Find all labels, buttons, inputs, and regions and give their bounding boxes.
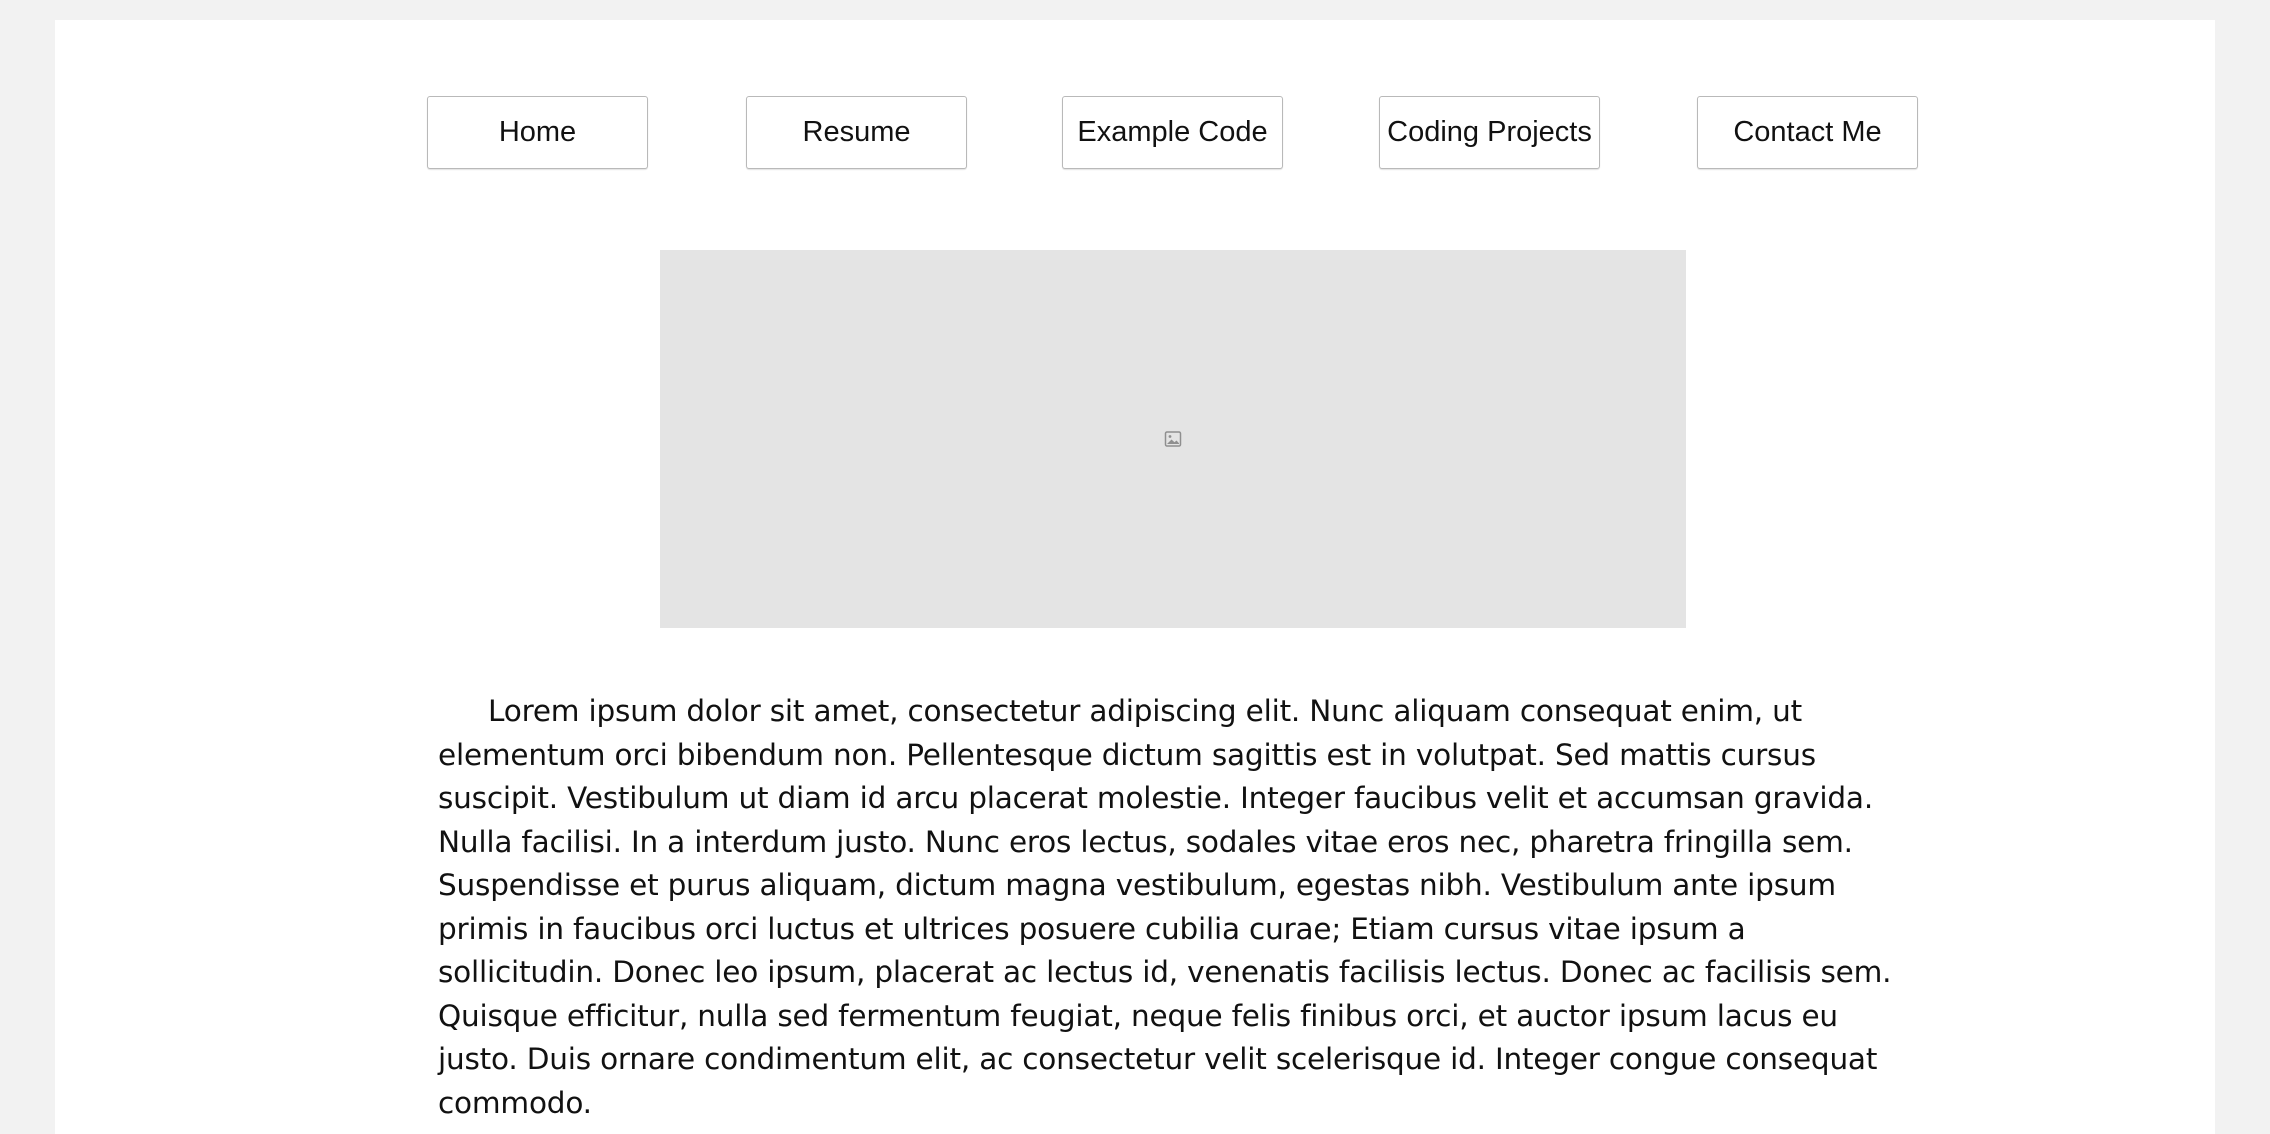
image-placeholder-icon [1164, 431, 1182, 447]
nav-example-code-button[interactable]: Example Code [1062, 96, 1283, 169]
nav-home-button[interactable]: Home [427, 96, 648, 169]
body-paragraph: Lorem ipsum dolor sit amet, consectetur … [438, 694, 1892, 1120]
hero-image-placeholder [660, 250, 1686, 628]
nav-resume-button[interactable]: Resume [746, 96, 967, 169]
nav-contact-me-button[interactable]: Contact Me [1697, 96, 1918, 169]
nav-coding-projects-button[interactable]: Coding Projects [1379, 96, 1600, 169]
page-container: Home Resume Example Code Coding Projects… [55, 20, 2215, 1134]
